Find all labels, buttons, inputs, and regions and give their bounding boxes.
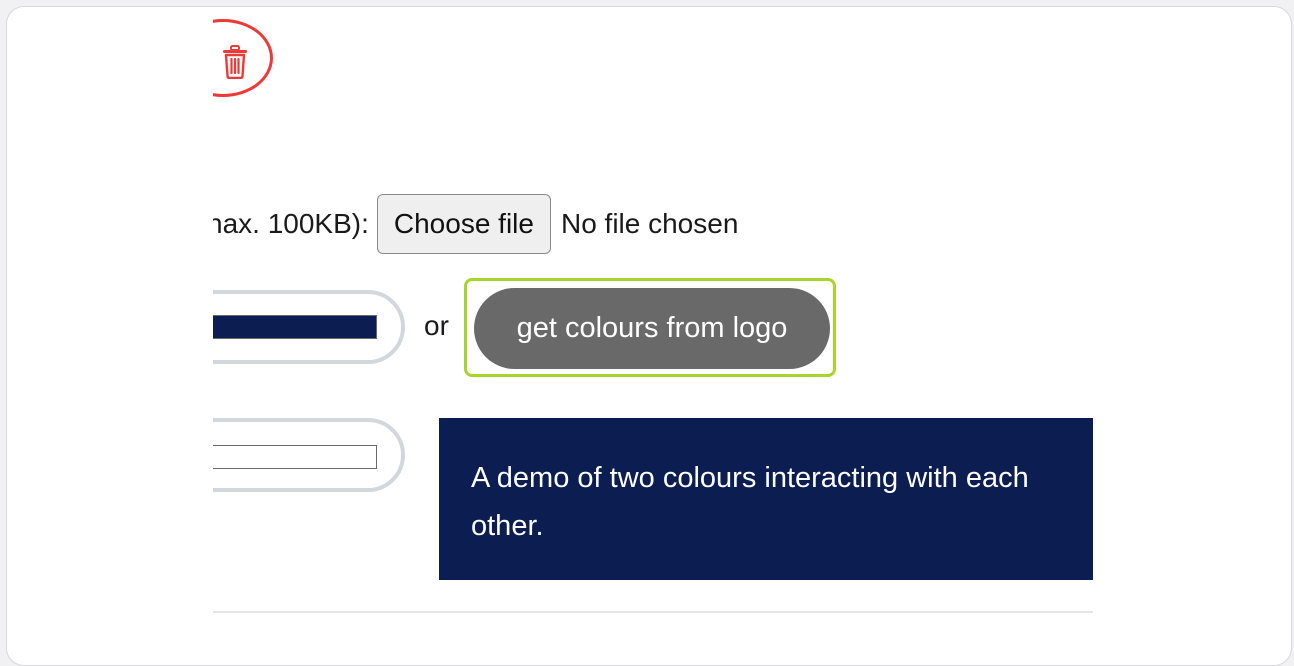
focus-outline: get colours from logo	[464, 278, 836, 377]
colour-demo-text: A demo of two colours interacting with e…	[471, 462, 1029, 542]
trash-icon	[223, 45, 247, 79]
primary-colour-field[interactable]	[213, 290, 405, 364]
content-area: nax. 100KB): Choose file No file chosen …	[213, 0, 1093, 648]
secondary-colour-field[interactable]	[213, 418, 405, 492]
secondary-colour-swatch[interactable]	[213, 445, 377, 469]
file-status-text: No file chosen	[560, 208, 739, 239]
get-colours-from-logo-button[interactable]: get colours from logo	[474, 288, 830, 369]
choose-file-button[interactable]: Choose file	[376, 194, 551, 254]
section-divider	[213, 611, 1093, 613]
primary-colour-swatch[interactable]	[213, 315, 377, 339]
colour-demo-preview: A demo of two colours interacting with e…	[439, 418, 1093, 580]
logo-upload-row: nax. 100KB): Choose file No file chosen	[213, 193, 738, 255]
or-text: or	[424, 310, 449, 341]
logo-upload-label: nax. 100KB):	[213, 208, 369, 239]
